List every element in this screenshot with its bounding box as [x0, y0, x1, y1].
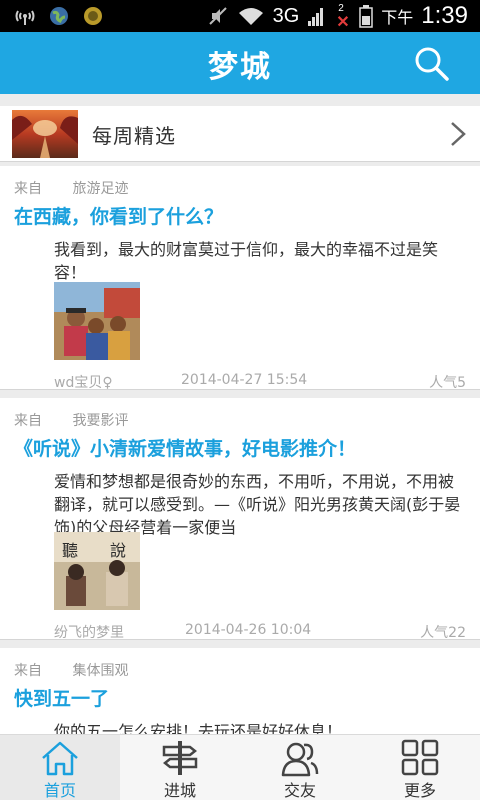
signal-icon — [308, 8, 324, 26]
nav-city[interactable]: 进城 — [120, 735, 240, 800]
status-time: 1:39 — [421, 2, 468, 29]
post-body: 你的五一怎么安排！去玩还是好好休息！ — [54, 722, 343, 734]
post-body: 爱情和梦想都是很奇妙的东西，不用听，不用说，不用被翻译，就可以感受到。—《听说》… — [54, 472, 461, 537]
globe-icon — [50, 7, 68, 25]
post-source: 来自 旅游足迹 — [14, 178, 128, 198]
weekly-label: 每周精选 — [92, 124, 176, 148]
post-image[interactable] — [54, 282, 140, 360]
post-author[interactable]: 纷飞的梦里 — [54, 622, 124, 642]
svg-text:說: 說 — [110, 541, 126, 560]
post-title[interactable]: 在西藏，你看到了什么？ — [14, 202, 470, 229]
post-body: 我看到，最大的财富莫过于信仰，最大的幸福不过是笑容！ — [54, 240, 439, 282]
source-label: 来自 — [14, 413, 42, 429]
friends-icon — [281, 742, 319, 777]
nav-label: 进城 — [163, 781, 196, 800]
post-popularity: 人气5 — [429, 375, 466, 391]
source-label: 来自 — [14, 181, 42, 197]
source-category[interactable]: 旅游足迹 — [72, 181, 128, 197]
post-date: 2014-04-27 15:54 — [181, 372, 308, 388]
source-label: 来自 — [14, 663, 42, 679]
chevron-right-icon — [451, 122, 466, 146]
nav-label: 交友 — [283, 781, 316, 800]
nav-label: 更多 — [403, 781, 436, 800]
post-title[interactable]: 快到五一了 — [14, 684, 470, 711]
home-icon — [42, 741, 78, 776]
post-image[interactable]: 聽 說 — [54, 532, 140, 610]
notification-indicator: 2 ✕ — [333, 3, 351, 31]
post-card[interactable]: 来自 集体围观 快到五一了 你的五一怎么安排！去玩还是好好休息！ — [0, 648, 480, 734]
post-card[interactable]: 来自 我要影评 《听说》小清新爱情故事，好电影推介！ 爱情和梦想都是很奇妙的东西… — [0, 398, 480, 642]
nav-friends[interactable]: 交友 — [240, 735, 360, 800]
post-author[interactable]: wd宝贝♀ — [54, 372, 113, 392]
post-popularity: 人气22 — [420, 625, 466, 641]
post-date: 2014-04-26 10:04 — [185, 622, 312, 638]
source-category[interactable]: 集体围观 — [72, 663, 128, 679]
svg-text:聽: 聽 — [62, 541, 78, 560]
weekly-selection[interactable]: 每周精选 — [0, 106, 480, 162]
close-icon: ✕ — [336, 14, 350, 31]
post-card[interactable]: 来自 旅游足迹 在西藏，你看到了什么？ 我看到，最大的财富莫过于信仰，最大的幸福… — [0, 166, 480, 392]
signpost-icon — [162, 741, 198, 775]
grid-icon — [401, 739, 439, 776]
post-source: 来自 集体围观 — [14, 660, 128, 680]
weekly-thumbnail — [12, 110, 78, 158]
post-title[interactable]: 《听说》小清新爱情故事，好电影推介！ — [14, 434, 470, 461]
nav-label: 首页 — [43, 781, 76, 800]
status-ampm: 下午 — [381, 8, 414, 27]
source-category[interactable]: 我要影评 — [72, 413, 128, 429]
mute-icon — [208, 7, 227, 25]
bottom-nav: 首页 进城 交友 更多 — [0, 734, 480, 800]
status-bar: 3G 2 ✕ 下午 1:39 — [0, 0, 480, 32]
network-type: 3G — [272, 4, 300, 27]
wireless-icon — [15, 10, 35, 25]
nav-home[interactable]: 首页 — [0, 735, 120, 800]
search-icon[interactable] — [412, 44, 452, 84]
battery-icon — [359, 5, 374, 28]
post-feed[interactable]: 来自 旅游足迹 在西藏，你看到了什么？ 我看到，最大的财富莫过于信仰，最大的幸福… — [0, 166, 480, 734]
post-source: 来自 我要影评 — [14, 410, 128, 430]
title-bar: 梦城 — [0, 32, 480, 94]
page-title: 梦城 — [208, 50, 272, 85]
nav-more[interactable]: 更多 — [360, 735, 480, 800]
app-icon — [84, 7, 102, 25]
wifi-icon — [238, 8, 263, 25]
